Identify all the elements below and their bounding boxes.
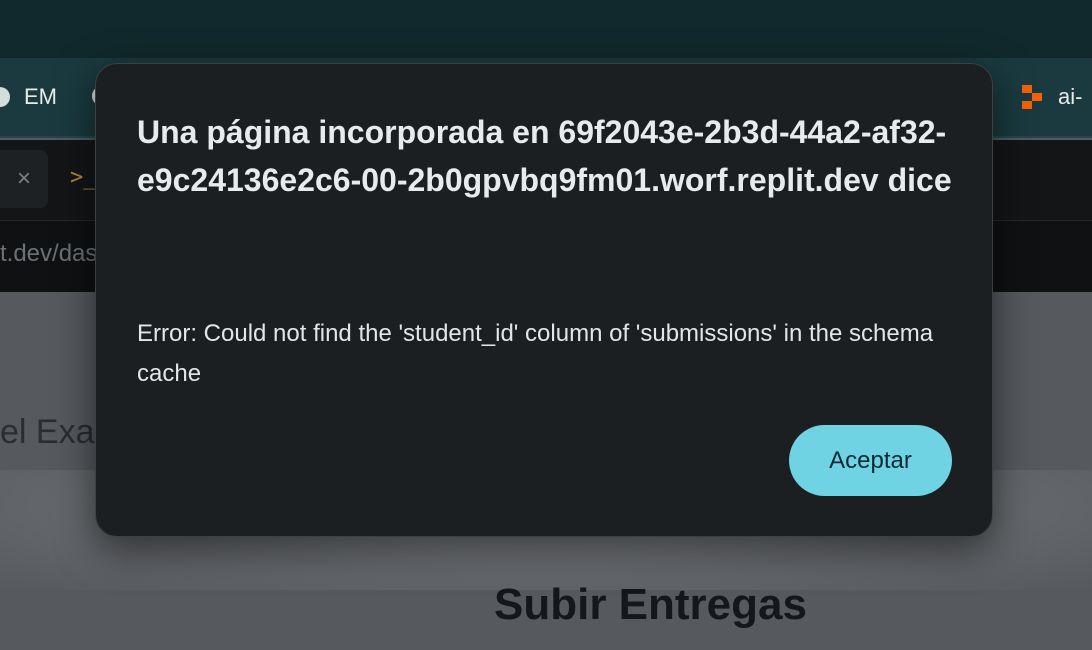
- tab[interactable]: ×: [0, 150, 48, 208]
- alert-dialog: Una página incorporada en 69f2043e-2b3d-…: [95, 63, 993, 537]
- window-titlebar: [0, 0, 1092, 58]
- dialog-message: Error: Could not find the 'student_id' c…: [137, 320, 934, 387]
- close-icon[interactable]: ×: [17, 165, 31, 193]
- replit-logo-icon: [1022, 85, 1044, 109]
- bookmark-em[interactable]: EM: [0, 84, 57, 110]
- accept-button[interactable]: Aceptar: [789, 425, 952, 496]
- url-text[interactable]: t.dev/das: [0, 240, 97, 268]
- globe-icon: [0, 87, 10, 107]
- bookmark-label: ai-: [1058, 84, 1083, 109]
- terminal-icon[interactable]: >_: [70, 165, 97, 190]
- dialog-title: Una página incorporada en 69f2043e-2b3d-…: [137, 114, 952, 198]
- page-heading: Subir Entregas: [494, 580, 807, 629]
- page-side-text: el Exa: [0, 413, 95, 451]
- bookmark-ai[interactable]: ai-: [1022, 84, 1082, 110]
- bookmark-label: EM: [24, 84, 57, 109]
